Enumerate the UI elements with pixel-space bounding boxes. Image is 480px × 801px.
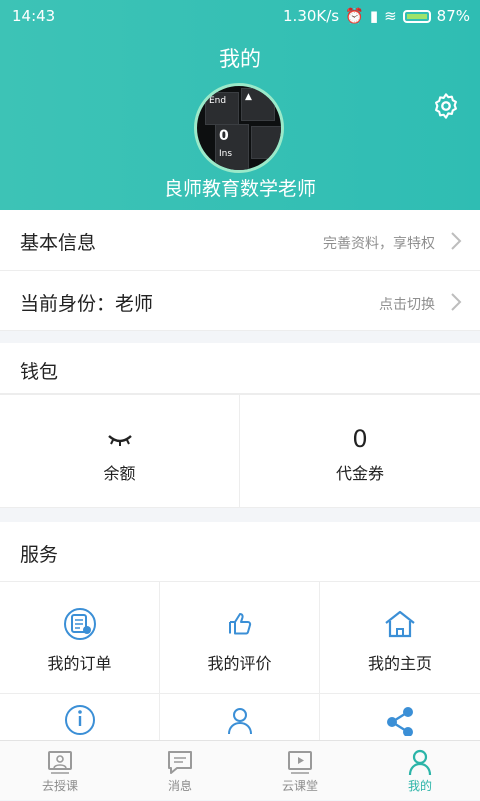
basic-info-label: 基本信息 bbox=[20, 232, 97, 254]
wallet-title: 钱包 bbox=[20, 361, 59, 383]
wifi-icon: ≋ bbox=[384, 7, 397, 25]
order-icon bbox=[64, 608, 96, 640]
service-label: 我的主页 bbox=[367, 654, 432, 673]
chevron-right-icon bbox=[451, 232, 462, 250]
balance-label: 余额 bbox=[103, 464, 136, 483]
lecture-icon bbox=[48, 751, 72, 774]
alarm-icon: ⏰ bbox=[345, 7, 364, 25]
info-icon bbox=[65, 705, 95, 735]
page-title: 我的 bbox=[219, 47, 261, 71]
battery-percent: 87% bbox=[436, 7, 470, 25]
identity-row[interactable]: 当前身份：老师 点击切换 bbox=[0, 271, 480, 331]
gear-icon[interactable] bbox=[432, 92, 460, 120]
tab-label: 去授课 bbox=[41, 779, 78, 793]
username: 良师教育数学老师 bbox=[163, 178, 316, 200]
battery-icon bbox=[402, 9, 431, 23]
user-icon bbox=[408, 749, 432, 776]
chevron-right-icon bbox=[451, 293, 462, 311]
network-speed: 1.30K/s bbox=[283, 7, 340, 25]
wallet-header: 钱包 bbox=[0, 343, 480, 394]
service-my-reviews[interactable]: 我的评价 bbox=[160, 582, 320, 694]
service-my-homepage[interactable]: 我的主页 bbox=[320, 582, 480, 694]
services-grid: 我的订单 我的评价 我的主页 bbox=[0, 582, 480, 740]
service-my-orders[interactable]: 我的订单 bbox=[0, 582, 160, 694]
balance-cell[interactable]: 余额 bbox=[0, 395, 240, 509]
status-time: 14:43 bbox=[12, 7, 56, 25]
user-outline-icon bbox=[228, 708, 252, 735]
signal-icon: ▮ bbox=[369, 7, 379, 25]
profile-header: 14:43 1.30K/s ⏰ ▮ ≋ 87% 我的 End ▲ 0 Ins 良… bbox=[0, 0, 480, 210]
tab-label: 云课堂 bbox=[281, 779, 318, 793]
service-share[interactable] bbox=[320, 694, 480, 740]
tab-cloud-class[interactable]: 云课堂 bbox=[240, 741, 360, 801]
service-profile[interactable] bbox=[160, 694, 320, 740]
identity-hint: 点击切换 bbox=[379, 297, 435, 313]
avatar-key-arrow: ▲ bbox=[241, 88, 275, 121]
home-icon bbox=[385, 610, 415, 638]
message-icon bbox=[168, 751, 192, 774]
bottom-tab-bar: 去授课 消息 云课堂 我的 bbox=[0, 740, 480, 800]
tab-mine[interactable]: 我的 bbox=[360, 741, 480, 801]
services-header: 服务 bbox=[0, 522, 480, 582]
basic-info-hint: 完善资料，享特权 bbox=[323, 236, 435, 252]
services-title: 服务 bbox=[20, 544, 59, 566]
basic-info-row[interactable]: 基本信息 完善资料，享特权 bbox=[0, 210, 480, 271]
tab-message[interactable]: 消息 bbox=[120, 741, 240, 801]
service-label: 我的评价 bbox=[207, 654, 272, 673]
section-divider bbox=[0, 331, 480, 343]
video-class-icon bbox=[288, 751, 312, 774]
tab-lecture[interactable]: 去授课 bbox=[0, 741, 120, 801]
thumb-up-icon bbox=[229, 613, 252, 635]
service-info[interactable] bbox=[0, 694, 160, 740]
identity-label: 当前身份：老师 bbox=[20, 293, 154, 315]
avatar-key-ins: Ins bbox=[215, 146, 249, 170]
eye-closed-icon[interactable] bbox=[107, 433, 133, 447]
tab-label: 消息 bbox=[167, 779, 192, 793]
wallet-panel: 余额 0 代金券 bbox=[0, 394, 480, 509]
voucher-value: 0 bbox=[352, 425, 368, 453]
avatar-key-blank bbox=[251, 126, 281, 159]
status-right: 1.30K/s ⏰ ▮ ≋ 87% bbox=[283, 7, 470, 25]
service-label: 我的订单 bbox=[47, 654, 112, 673]
share-icon bbox=[387, 707, 413, 736]
voucher-label: 代金券 bbox=[335, 464, 384, 483]
avatar-key-end: End bbox=[205, 92, 239, 125]
status-bar: 14:43 1.30K/s ⏰ ▮ ≋ 87% bbox=[0, 0, 480, 32]
section-divider bbox=[0, 508, 480, 522]
tab-label: 我的 bbox=[407, 779, 432, 793]
avatar[interactable]: End ▲ 0 Ins bbox=[194, 83, 284, 173]
voucher-cell[interactable]: 0 代金券 bbox=[240, 395, 480, 509]
